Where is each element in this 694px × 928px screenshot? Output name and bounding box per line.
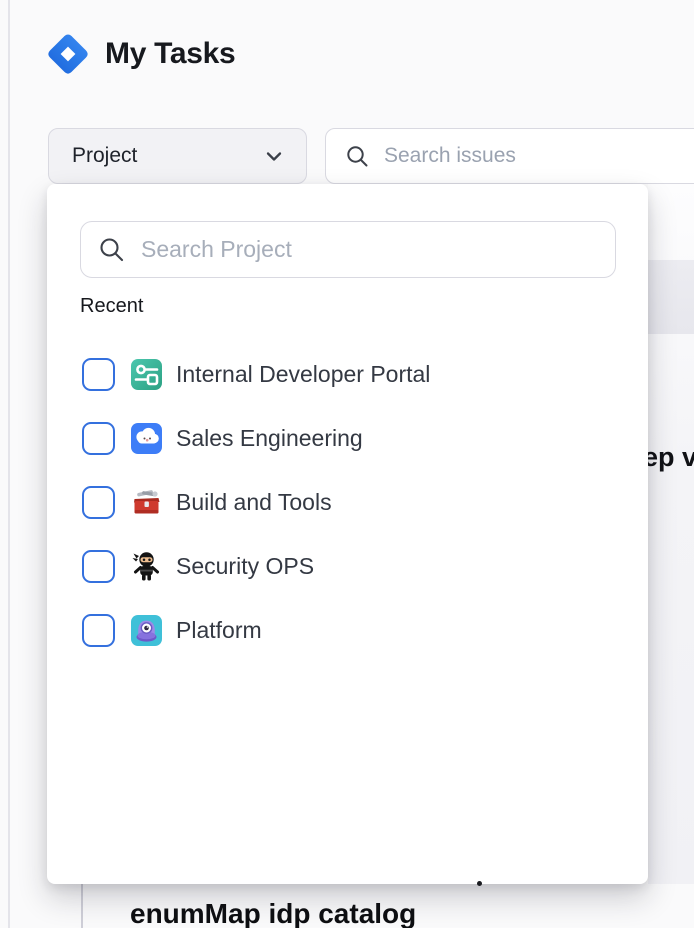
page-title: My Tasks <box>105 37 235 71</box>
cloud-face-blue-icon <box>130 422 163 455</box>
checkbox[interactable] <box>82 422 115 455</box>
page-left-divider <box>8 0 10 928</box>
project-dropdown-panel: Recent Internal Develop <box>47 184 648 884</box>
project-option-label: Internal Developer Portal <box>176 361 430 388</box>
checkbox[interactable] <box>82 358 115 391</box>
project-option-security-ops[interactable]: Security OPS <box>47 534 648 598</box>
checkbox[interactable] <box>82 486 115 519</box>
project-option-platform[interactable]: Platform <box>47 598 648 662</box>
page-header: My Tasks <box>46 32 235 76</box>
search-icon <box>98 236 126 264</box>
project-option-build-and-tools[interactable]: Build and Tools <box>47 470 648 534</box>
background-text-dot <box>477 881 482 886</box>
clipped-task-title: enumMap idp catalog <box>130 897 416 928</box>
my-tasks-page: My Tasks ep v enumMap idp catalog Projec… <box>0 0 694 928</box>
issue-search-input[interactable] <box>382 143 694 169</box>
alien-cyan-icon <box>130 614 163 647</box>
ninja-icon <box>130 550 163 583</box>
sliders-teal-icon <box>130 358 163 391</box>
project-search-input[interactable] <box>139 235 599 264</box>
search-icon <box>345 144 370 169</box>
jira-diamond-icon <box>46 32 90 76</box>
project-list: Internal Developer Portal <box>47 342 648 662</box>
project-filter-label: Project <box>72 144 137 168</box>
project-filter-button[interactable]: Project <box>48 128 307 184</box>
recent-section-label: Recent <box>80 295 143 318</box>
project-option-sales-engineering[interactable]: Sales Engineering <box>47 406 648 470</box>
project-search-bar <box>80 221 616 278</box>
chevron-down-icon <box>262 144 286 168</box>
checkbox[interactable] <box>82 550 115 583</box>
project-option-label: Build and Tools <box>176 489 332 516</box>
issue-search-bar <box>325 128 694 184</box>
project-option-internal-developer-portal[interactable]: Internal Developer Portal <box>47 342 648 406</box>
clipped-heading-fragment: ep v <box>643 442 694 473</box>
project-option-label: Platform <box>176 617 262 644</box>
project-option-label: Sales Engineering <box>176 425 363 452</box>
background-card-border <box>81 884 83 928</box>
checkbox[interactable] <box>82 614 115 647</box>
project-option-label: Security OPS <box>176 553 314 580</box>
toolbox-red-icon <box>130 486 163 519</box>
